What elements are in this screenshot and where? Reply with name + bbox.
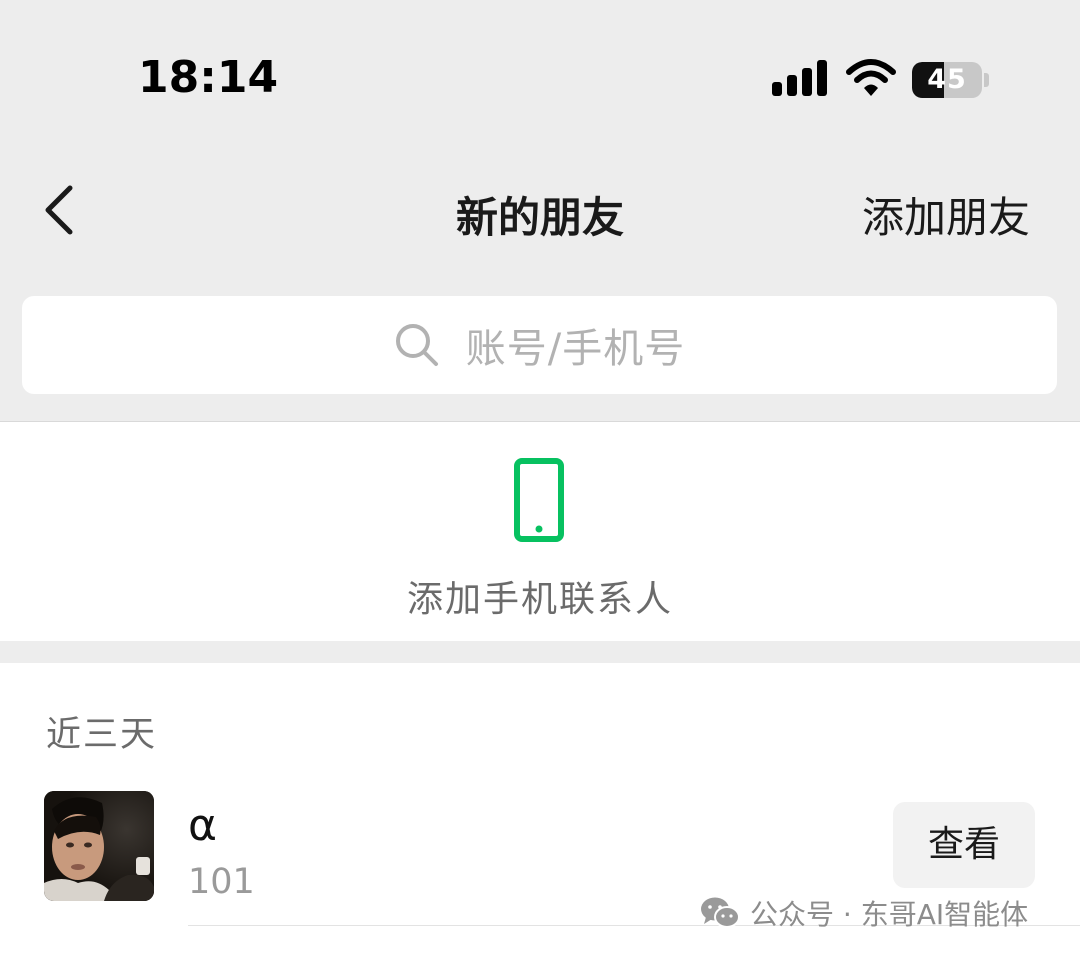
avatar[interactable] [44, 791, 154, 901]
back-button[interactable] [40, 182, 90, 238]
wifi-icon [846, 59, 896, 96]
search-placeholder: 账号/手机号 [465, 326, 686, 372]
battery-indicator: 45 [912, 62, 982, 98]
view-button[interactable]: 查看 [893, 802, 1035, 888]
add-phone-contacts-button[interactable]: 添加手机联系人 [0, 422, 1080, 640]
watermark: 公众号 · 东哥AI智能体 [700, 893, 1028, 933]
watermark-text: 公众号 · 东哥AI智能体 [750, 898, 1029, 931]
add-friend-button[interactable]: 添加朋友 [862, 184, 1030, 245]
status-time: 18:14 [138, 52, 279, 103]
cellular-signal-icon [772, 60, 827, 96]
avatar-photo [44, 791, 154, 901]
search-input[interactable]: 账号/手机号 [22, 296, 1057, 394]
page-title: 新的朋友 [455, 193, 624, 242]
wechat-icon [701, 897, 740, 928]
friend-name: α [188, 800, 218, 851]
chevron-left-icon [45, 185, 73, 235]
smartphone-icon [514, 458, 564, 542]
battery-cap [984, 73, 989, 87]
battery-level: 45 [927, 64, 967, 95]
search-icon [395, 324, 438, 366]
add-phone-contacts-label: 添加手机联系人 [406, 579, 673, 620]
section-header-recent: 近三天 [46, 715, 158, 755]
friend-subtitle: 101 [188, 862, 255, 902]
section-divider [0, 641, 1080, 663]
